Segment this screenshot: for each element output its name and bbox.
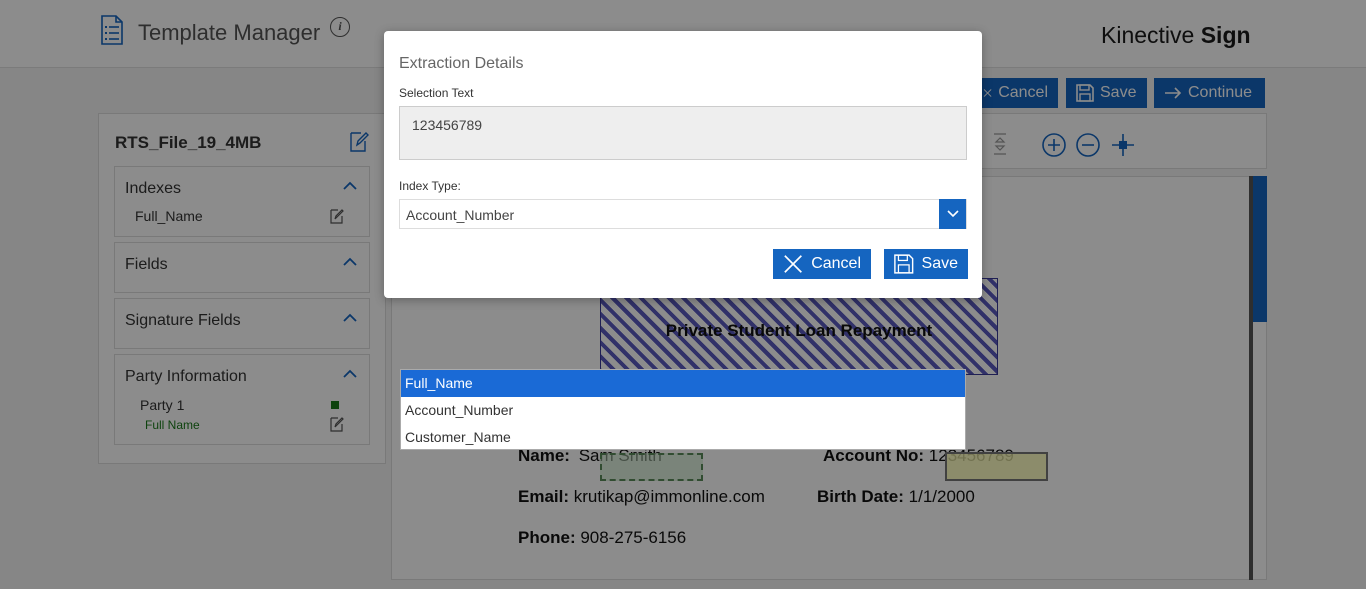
index-type-options: Full_Name Account_Number Customer_Name — [400, 369, 966, 450]
index-type-value: Account_Number — [406, 207, 515, 223]
selection-text-label: Selection Text — [399, 86, 474, 100]
dialog-cancel-label: Cancel — [811, 255, 861, 272]
selection-text-field[interactable]: 123456789 — [399, 106, 967, 160]
dialog-save-button[interactable]: Save — [884, 249, 968, 279]
extraction-details-dialog: Extraction Details Selection Text 123456… — [384, 31, 982, 298]
option-account-number[interactable]: Account_Number — [401, 397, 965, 424]
index-type-select[interactable]: Account_Number — [399, 199, 967, 229]
dialog-save-label: Save — [921, 255, 958, 272]
dropdown-toggle[interactable] — [939, 199, 966, 229]
close-icon — [784, 255, 802, 273]
chevron-down-icon — [946, 210, 959, 218]
save-icon — [894, 254, 914, 274]
dialog-cancel-button[interactable]: Cancel — [773, 249, 871, 279]
index-type-label: Index Type: — [399, 179, 461, 193]
option-customer-name[interactable]: Customer_Name — [401, 424, 965, 451]
dialog-title: Extraction Details — [399, 55, 524, 72]
option-full-name[interactable]: Full_Name — [401, 370, 965, 397]
